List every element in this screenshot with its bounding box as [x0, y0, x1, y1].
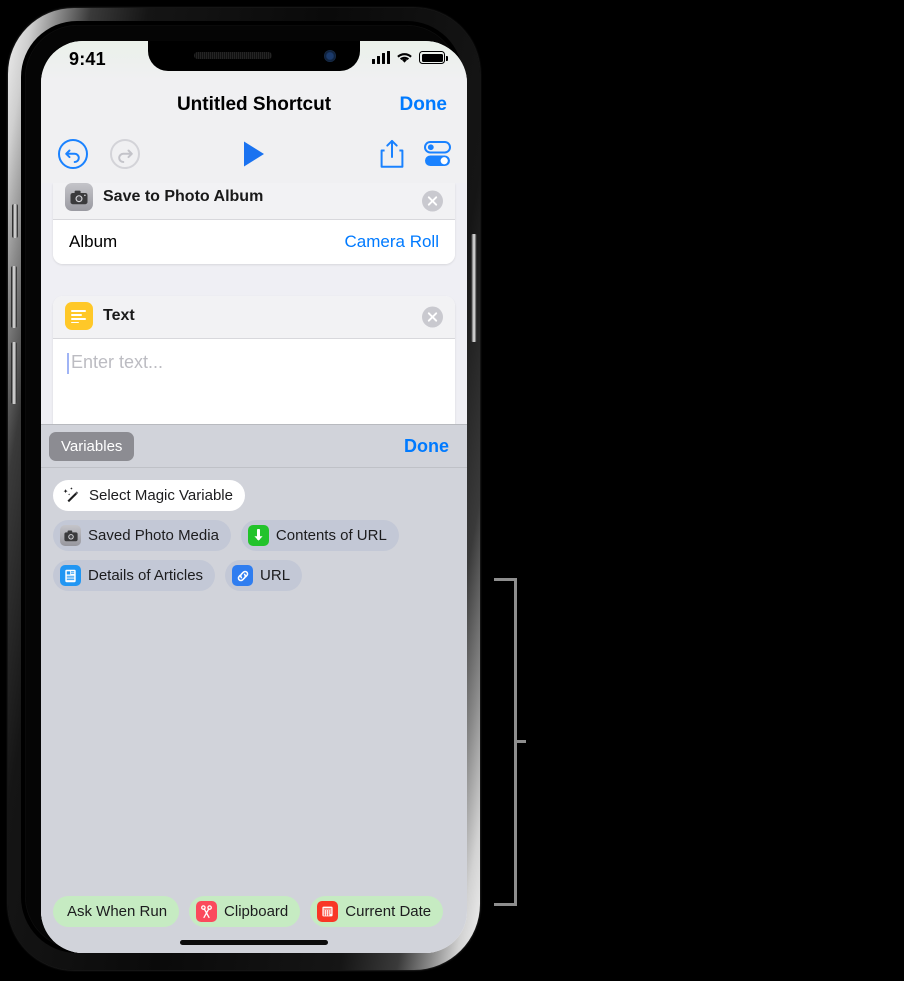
- power-button[interactable]: [471, 234, 477, 342]
- volume-up-button[interactable]: [11, 266, 17, 328]
- front-camera-icon: [324, 50, 336, 62]
- share-icon: [380, 139, 404, 168]
- link-icon: [232, 565, 254, 586]
- select-magic-variable-button[interactable]: Select Magic Variable: [53, 480, 245, 511]
- chip-label: URL: [260, 567, 291, 584]
- action-header[interactable]: Save to Photo Album: [53, 183, 455, 220]
- magic-wand-icon: [61, 485, 82, 506]
- magic-chip-row-2: Details of Articles URL: [53, 560, 467, 591]
- scissors-icon: [196, 901, 218, 922]
- run-shortcut-button[interactable]: [241, 139, 267, 174]
- variables-done-button[interactable]: Done: [404, 436, 449, 457]
- chip-label: Select Magic Variable: [89, 487, 233, 504]
- chip-label: Clipboard: [224, 903, 289, 920]
- status-bar-indicators: [372, 51, 448, 64]
- chip-details-of-articles[interactable]: Details of Articles: [53, 560, 216, 591]
- notch: [148, 41, 360, 71]
- magic-chip-row-1: Saved Photo Media Contents of URL: [53, 520, 467, 551]
- bracket-top-arm: [494, 578, 517, 581]
- undo-button[interactable]: [57, 138, 89, 175]
- navigation-bar: Untitled Shortcut Done: [41, 81, 467, 129]
- chip-current-date[interactable]: Current Date: [310, 896, 444, 927]
- signal-bars-icon: [372, 51, 390, 64]
- action-title: Save to Photo Album: [103, 188, 264, 205]
- document-icon: [60, 565, 81, 586]
- status-bar-time: 9:41: [69, 49, 106, 69]
- text-caret: [67, 353, 69, 374]
- redo-icon: [110, 138, 140, 169]
- action-header[interactable]: Text: [53, 296, 455, 339]
- chip-label: Ask When Run: [67, 903, 168, 920]
- undo-icon: [58, 138, 88, 169]
- page-title: Untitled Shortcut: [176, 94, 332, 115]
- remove-action-button[interactable]: [422, 306, 443, 328]
- redo-button[interactable]: [109, 138, 141, 175]
- camera-icon: [65, 183, 93, 211]
- parameter-value[interactable]: Camera Roll: [345, 232, 439, 252]
- bracket-bottom-arm: [494, 903, 517, 906]
- action-card-save-to-photo-album[interactable]: Save to Photo Album Album Camera Roll: [53, 183, 455, 264]
- shortcut-settings-button[interactable]: [419, 139, 455, 174]
- iphone-screen: 9:41 Untitled Shortcut Done Save to Phot…: [41, 41, 467, 953]
- variables-chip-area: Select Magic Variable Saved Photo Media …: [41, 468, 467, 591]
- chip-clipboard[interactable]: Clipboard: [189, 896, 301, 927]
- action-title: Text: [103, 307, 135, 324]
- silent-switch[interactable]: [12, 204, 18, 238]
- nav-done-button[interactable]: Done: [400, 94, 448, 116]
- chip-label: Current Date: [345, 903, 432, 920]
- text-lines-icon: [65, 302, 93, 330]
- text-placeholder: Enter text...: [71, 352, 164, 372]
- remove-action-button[interactable]: [422, 190, 443, 212]
- close-circle-icon: [427, 312, 438, 322]
- volume-down-button[interactable]: [11, 342, 17, 404]
- magic-variable-row: Select Magic Variable: [53, 480, 467, 511]
- card-spacer: [41, 280, 467, 296]
- action-parameter-album[interactable]: Album Camera Roll: [53, 220, 455, 264]
- share-button[interactable]: [379, 138, 405, 175]
- variables-toolbar: Variables Done: [41, 425, 467, 468]
- chip-saved-photo-media[interactable]: Saved Photo Media: [53, 520, 231, 551]
- earpiece-speaker: [194, 52, 272, 59]
- card-spacer: [41, 264, 467, 280]
- home-indicator[interactable]: [180, 940, 328, 945]
- chip-ask-when-run[interactable]: Ask When Run: [53, 896, 180, 927]
- parameter-label: Album: [69, 232, 118, 251]
- play-icon: [244, 141, 264, 166]
- editor-toolbar: [41, 129, 467, 183]
- system-variable-chips: Ask When Run Clipboard Current Date: [53, 896, 444, 927]
- chip-label: Details of Articles: [88, 567, 204, 584]
- screenshot-root: 9:41 Untitled Shortcut Done Save to Phot…: [0, 0, 904, 981]
- bracket-middle-tick: [514, 740, 526, 743]
- battery-full-icon: [419, 51, 448, 64]
- chip-label: Contents of URL: [275, 527, 387, 544]
- chip-label: Saved Photo Media: [88, 527, 219, 544]
- tab-variables[interactable]: Variables: [49, 431, 135, 461]
- iphone-device-frame: 9:41 Untitled Shortcut Done Save to Phot…: [8, 8, 480, 970]
- wifi-icon: [397, 53, 412, 63]
- chip-contents-of-url[interactable]: Contents of URL: [240, 520, 399, 551]
- camera-icon: [60, 525, 81, 546]
- chip-url[interactable]: URL: [225, 560, 303, 591]
- callout-bracket: [494, 578, 526, 906]
- close-circle-icon: [427, 196, 438, 206]
- settings-toggles-icon: [424, 140, 451, 166]
- calendar-icon: [317, 901, 339, 922]
- download-arrow-icon: [247, 525, 269, 546]
- variables-panel: Variables Done Select Magic Variable Sav…: [41, 424, 467, 953]
